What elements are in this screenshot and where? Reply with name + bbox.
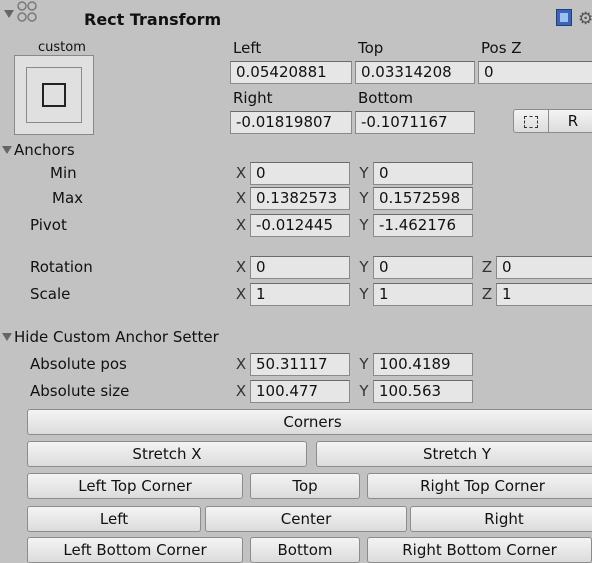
anchor-max-x-field[interactable]: 0.1382573 — [250, 187, 350, 210]
rotation-x-field[interactable]: 0 — [250, 256, 350, 279]
abs-pos-x-label: X — [235, 355, 247, 373]
blueprint-mode-button[interactable] — [513, 109, 549, 133]
right-button[interactable]: Right — [410, 506, 592, 532]
help-book-icon[interactable] — [556, 9, 572, 26]
rotation-y-label: Y — [359, 258, 369, 276]
anchor-min-y-field[interactable]: 0 — [373, 162, 473, 185]
rect-transform-foldout-arrow-icon[interactable] — [4, 10, 14, 18]
hide-custom-foldout-arrow-icon[interactable] — [2, 333, 12, 341]
raw-edit-button[interactable]: R — [548, 109, 592, 133]
left-top-corner-button[interactable]: Left Top Corner — [27, 473, 243, 499]
scale-y-field[interactable]: 1 — [373, 283, 473, 306]
pos-z-field[interactable]: 0 — [478, 61, 592, 84]
abs-size-y-field[interactable]: 100.563 — [373, 380, 473, 403]
scale-x-field[interactable]: 1 — [250, 283, 350, 306]
anchor-max-label: Max — [52, 189, 84, 207]
anchor-max-y-label: Y — [359, 189, 369, 207]
absolute-pos-label: Absolute pos — [30, 355, 127, 373]
abs-size-x-label: X — [235, 382, 247, 400]
pivot-x-field[interactable]: -0.012445 — [250, 214, 350, 237]
rect-transform-component-icon — [16, 0, 38, 24]
abs-size-x-field[interactable]: 100.477 — [250, 380, 350, 403]
pos-z-label: Pos Z — [481, 39, 522, 57]
settings-gear-icon[interactable]: ⚙ — [578, 9, 592, 29]
stretch-y-button[interactable]: Stretch Y — [316, 441, 592, 467]
abs-pos-y-field[interactable]: 100.4189 — [373, 353, 473, 376]
bottom-field[interactable]: -0.1071167 — [355, 111, 475, 134]
corners-button[interactable]: Corners — [27, 409, 592, 435]
stretch-x-button[interactable]: Stretch X — [27, 441, 307, 467]
rotation-y-field[interactable]: 0 — [373, 256, 473, 279]
left-bottom-corner-button[interactable]: Left Bottom Corner — [27, 537, 243, 563]
right-bottom-corner-button[interactable]: Right Bottom Corner — [367, 537, 592, 563]
hide-custom-anchor-setter-label[interactable]: Hide Custom Anchor Setter — [14, 327, 219, 347]
rotation-x-label: X — [235, 258, 247, 276]
anchor-preset-button[interactable] — [14, 55, 94, 135]
abs-size-y-label: Y — [359, 382, 369, 400]
left-button[interactable]: Left — [27, 506, 201, 532]
top-label: Top — [358, 39, 384, 57]
anchors-label[interactable]: Anchors — [14, 140, 75, 160]
top-button[interactable]: Top — [250, 473, 360, 499]
scale-z-field[interactable]: 1 — [496, 283, 592, 306]
scale-x-label: X — [235, 285, 247, 303]
anchor-min-y-label: Y — [359, 164, 369, 182]
scale-label: Scale — [30, 285, 71, 303]
left-field[interactable]: 0.05420881 — [230, 61, 352, 84]
rotation-z-label: Z — [481, 258, 493, 276]
pivot-y-field[interactable]: -1.462176 — [373, 214, 473, 237]
left-label: Left — [233, 39, 262, 57]
right-top-corner-button[interactable]: Right Top Corner — [367, 473, 592, 499]
pivot-label: Pivot — [30, 216, 67, 234]
pivot-y-label: Y — [359, 216, 369, 234]
anchor-max-x-label: X — [235, 189, 247, 207]
pivot-x-label: X — [235, 216, 247, 234]
anchor-max-y-field[interactable]: 0.1572598 — [373, 187, 473, 210]
component-title[interactable]: Rect Transform — [84, 10, 221, 30]
abs-pos-y-label: Y — [359, 355, 369, 373]
top-field[interactable]: 0.03314208 — [355, 61, 475, 84]
rotation-z-field[interactable]: 0 — [496, 256, 592, 279]
center-button[interactable]: Center — [205, 506, 407, 532]
blueprint-icon — [524, 115, 538, 128]
anchors-foldout-arrow-icon[interactable] — [2, 146, 12, 154]
absolute-size-label: Absolute size — [30, 382, 130, 400]
bottom-label: Bottom — [358, 89, 414, 107]
right-label: Right — [233, 89, 273, 107]
right-field[interactable]: -0.01819807 — [230, 111, 352, 134]
anchor-min-x-label: X — [235, 164, 247, 182]
abs-pos-x-field[interactable]: 50.31117 — [250, 353, 350, 376]
anchor-min-label: Min — [50, 164, 77, 182]
scale-y-label: Y — [359, 285, 369, 303]
scale-z-label: Z — [481, 285, 493, 303]
anchor-min-x-field[interactable]: 0 — [250, 162, 350, 185]
bottom-button[interactable]: Bottom — [250, 537, 360, 563]
rotation-label: Rotation — [30, 258, 93, 276]
